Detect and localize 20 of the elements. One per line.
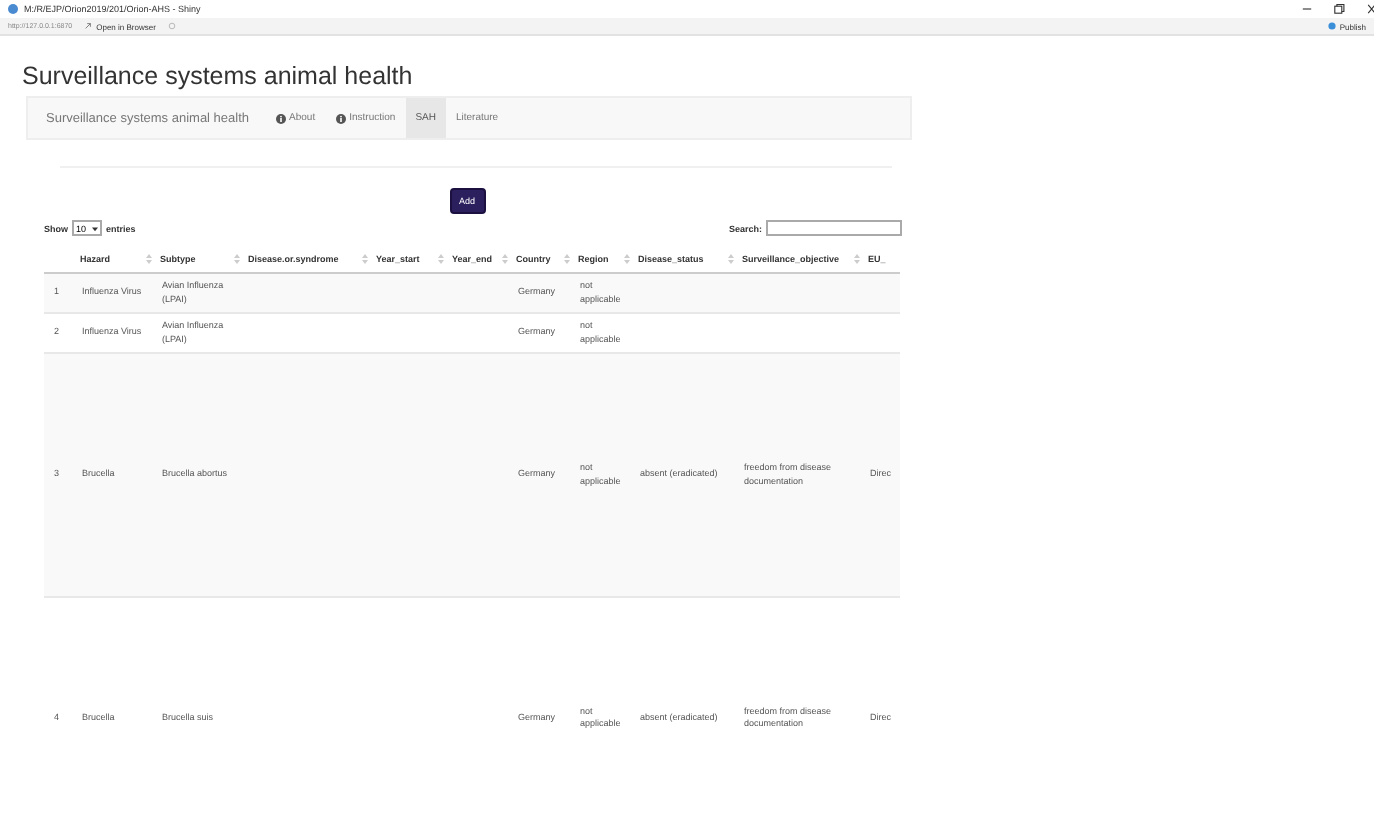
page-title: Surveillance systems animal health (22, 62, 415, 90)
restore-icon[interactable] (1332, 2, 1346, 16)
info-icon (275, 113, 286, 123)
sort-icon (564, 254, 570, 264)
sort-icon (146, 254, 152, 264)
sort-icon (854, 254, 860, 264)
caret-icon (92, 225, 99, 231)
sort-icon (438, 254, 444, 264)
info-icon (335, 113, 346, 123)
sort-icon (728, 254, 734, 264)
app-icon (8, 4, 18, 14)
minimize-icon[interactable] (1300, 2, 1314, 16)
search-field[interactable] (766, 220, 902, 236)
sort-icon (362, 254, 368, 264)
external-link-icon (84, 22, 93, 30)
close-icon[interactable] (1364, 2, 1374, 16)
publish-icon (1327, 22, 1336, 30)
sort-icon (234, 254, 240, 264)
sort-icon (502, 254, 508, 264)
sort-icon (624, 254, 630, 264)
